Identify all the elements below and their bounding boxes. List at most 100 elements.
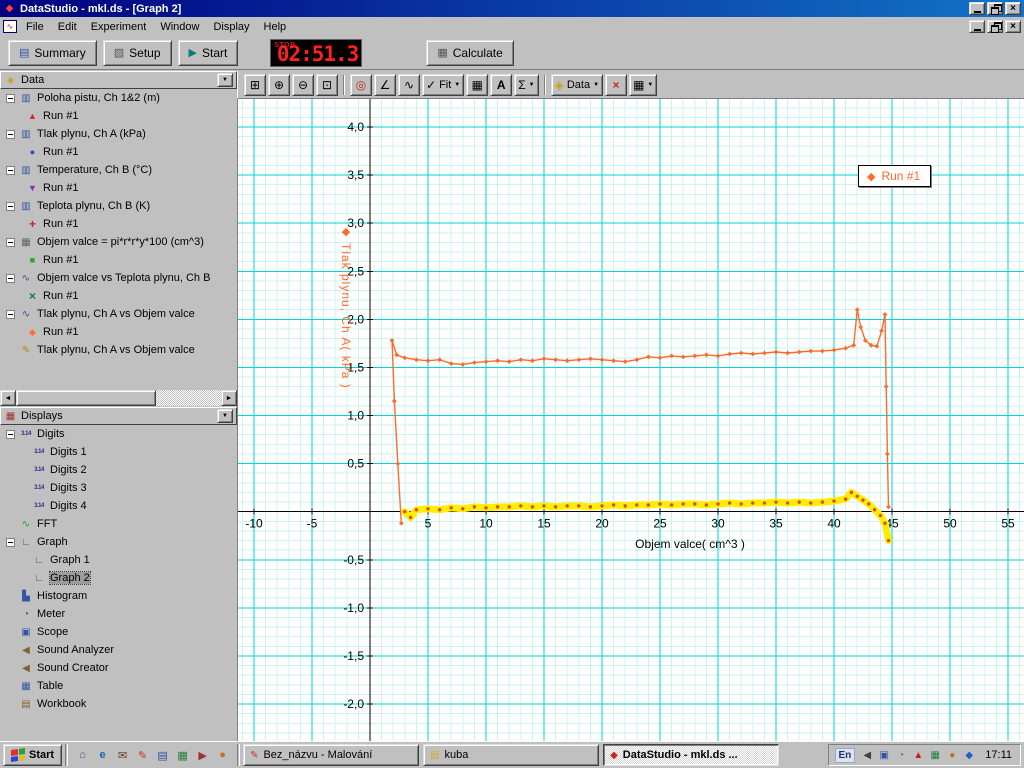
quicklaunch-browser[interactable]: e bbox=[94, 747, 111, 764]
statistics-menu-button[interactable]: Σ▼ bbox=[514, 74, 538, 96]
tangent-tool-button[interactable]: ∿ bbox=[398, 74, 420, 96]
data-source-row[interactable]: ▥Poloha pistu, Ch 1&2 (m) bbox=[0, 89, 237, 107]
restore-button[interactable] bbox=[987, 2, 1003, 15]
display-item-row[interactable]: 3.14Digits 3 bbox=[0, 479, 237, 497]
tray-update-icon[interactable]: ● bbox=[945, 750, 959, 761]
zoom-select-button[interactable]: ⊡ bbox=[316, 74, 338, 96]
run-row[interactable]: ×Run #1 bbox=[0, 287, 237, 305]
menu-item-edit[interactable]: Edit bbox=[51, 19, 84, 35]
collapse-icon[interactable] bbox=[6, 430, 15, 439]
scroll-left-button[interactable]: ◄ bbox=[0, 390, 16, 406]
summary-button[interactable]: ▤ Summary bbox=[8, 40, 97, 66]
collapse-icon[interactable] bbox=[6, 274, 15, 283]
close-button[interactable]: × bbox=[1005, 2, 1021, 15]
data-panel-menu-button[interactable]: ▼ bbox=[217, 73, 233, 87]
menu-item-experiment[interactable]: Experiment bbox=[84, 19, 154, 35]
display-item-row[interactable]: ∟Graph 2 bbox=[0, 569, 237, 587]
calculate-button[interactable]: ▦ Calculate bbox=[426, 40, 513, 66]
zoom-in-button[interactable]: ⊕ bbox=[268, 74, 290, 96]
run-row[interactable]: ■Run #1 bbox=[0, 251, 237, 269]
menu-item-display[interactable]: Display bbox=[206, 19, 256, 35]
display-type-row[interactable]: ◀Sound Creator bbox=[0, 659, 237, 677]
data-menu-button[interactable]: ◈Data▼ bbox=[551, 74, 603, 96]
quicklaunch-desktop[interactable]: ⌂ bbox=[74, 747, 91, 764]
task-datastudio[interactable]: ◆DataStudio - mkl.ds ... bbox=[603, 744, 779, 766]
graph-canvas[interactable]: -10-55101520253035404550554,03,53,02,52,… bbox=[238, 99, 1024, 741]
fit-menu-button[interactable]: ✓Fit▼ bbox=[422, 74, 464, 96]
start-recording-button[interactable]: ▶ Start bbox=[178, 40, 239, 66]
display-type-row[interactable]: ▤Workbook bbox=[0, 695, 237, 713]
tray-network-icon[interactable]: ▦ bbox=[928, 750, 942, 761]
display-item-row[interactable]: 3.14Digits 4 bbox=[0, 497, 237, 515]
collapse-icon[interactable] bbox=[6, 538, 15, 547]
tray-schedule-icon[interactable]: ◔ bbox=[894, 750, 908, 761]
quicklaunch-mail[interactable]: ✉ bbox=[114, 747, 131, 764]
run-row[interactable]: ●Run #1 bbox=[0, 143, 237, 161]
text-annotation-button[interactable]: A bbox=[490, 74, 512, 96]
collapse-icon[interactable] bbox=[6, 238, 15, 247]
smart-tool-button[interactable]: ◎ bbox=[350, 74, 372, 96]
scale-to-fit-button[interactable]: ⊞ bbox=[244, 74, 266, 96]
data-source-row[interactable]: ▥Tlak plynu, Ch A (kPa) bbox=[0, 125, 237, 143]
task-folder-kuba[interactable]: ▤kuba bbox=[423, 744, 599, 766]
run-row[interactable]: ◆Run #1 bbox=[0, 323, 237, 341]
display-type-row[interactable]: ▦Table bbox=[0, 677, 237, 695]
display-item-row[interactable]: ∟Graph 1 bbox=[0, 551, 237, 569]
language-indicator[interactable]: En bbox=[835, 748, 856, 763]
run-row[interactable]: ▲Run #1 bbox=[0, 107, 237, 125]
collapse-icon[interactable] bbox=[6, 310, 15, 319]
graph-settings-button[interactable]: ▦▼ bbox=[629, 74, 657, 96]
data-source-row[interactable]: ▦Objem valce = pi*r*r*y*100 (cm^3) bbox=[0, 233, 237, 251]
tray-volume-icon[interactable]: ◀ bbox=[860, 750, 874, 761]
data-source-row[interactable]: ▥Teplota plynu, Ch B (K) bbox=[0, 197, 237, 215]
collapse-icon[interactable] bbox=[6, 94, 15, 103]
quicklaunch-sheet[interactable]: ▦ bbox=[174, 747, 191, 764]
zoom-out-button[interactable]: ⊖ bbox=[292, 74, 314, 96]
quicklaunch-globe[interactable]: ● bbox=[214, 747, 231, 764]
taskbar-clock[interactable]: 17:11 bbox=[985, 749, 1012, 761]
collapse-icon[interactable] bbox=[6, 202, 15, 211]
data-source-row[interactable]: ▥Temperature, Ch B (°C) bbox=[0, 161, 237, 179]
run-row[interactable]: ▼Run #1 bbox=[0, 179, 237, 197]
mdi-restore-button[interactable] bbox=[987, 20, 1003, 33]
displays-panel-menu-button[interactable]: ▼ bbox=[217, 409, 233, 423]
quicklaunch-paint[interactable]: ✎ bbox=[134, 747, 151, 764]
menu-item-help[interactable]: Help bbox=[257, 19, 294, 35]
run-row[interactable]: +Run #1 bbox=[0, 215, 237, 233]
data-source-row[interactable]: ∿Objem valce vs Teplota plynu, Ch B bbox=[0, 269, 237, 287]
collapse-icon[interactable] bbox=[6, 166, 15, 175]
calculate-tool-button[interactable]: ▦ bbox=[466, 74, 488, 96]
collapse-icon[interactable] bbox=[6, 130, 15, 139]
scroll-thumb[interactable] bbox=[16, 390, 156, 406]
tray-display-icon[interactable]: ▣ bbox=[877, 750, 891, 761]
graph-legend[interactable]: ◆ Run #1 bbox=[858, 165, 931, 187]
setup-button[interactable]: ▧ Setup bbox=[103, 40, 172, 66]
data-source-row[interactable]: ✎Tlak plynu, Ch A vs Objem valce bbox=[0, 341, 237, 359]
tray-messenger-icon[interactable]: ◆ bbox=[962, 750, 976, 761]
slope-tool-button[interactable]: ∠ bbox=[374, 74, 396, 96]
data-source-row[interactable]: ∿Tlak plynu, Ch A vs Objem valce bbox=[0, 305, 237, 323]
minimize-button[interactable] bbox=[969, 2, 985, 15]
scroll-track[interactable] bbox=[16, 390, 221, 406]
display-item-row[interactable]: 3.14Digits 2 bbox=[0, 461, 237, 479]
remove-data-button[interactable]: × bbox=[605, 74, 627, 96]
display-type-row[interactable]: ∟Graph bbox=[0, 533, 237, 551]
display-type-row[interactable]: ▣Scope bbox=[0, 623, 237, 641]
start-menu-button[interactable]: Start bbox=[3, 744, 62, 766]
mdi-minimize-button[interactable] bbox=[969, 20, 985, 33]
display-type-row[interactable]: ▙Histogram bbox=[0, 587, 237, 605]
display-type-row[interactable]: 3.14Digits bbox=[0, 425, 237, 443]
display-type-row[interactable]: ◔Meter bbox=[0, 605, 237, 623]
tray-antivirus-icon[interactable]: ▲ bbox=[911, 750, 925, 761]
menu-item-window[interactable]: Window bbox=[153, 19, 206, 35]
task-paint[interactable]: ✎Bez_názvu - Malování bbox=[243, 744, 419, 766]
scroll-right-button[interactable]: ► bbox=[221, 390, 237, 406]
quicklaunch-document[interactable]: ▤ bbox=[154, 747, 171, 764]
quicklaunch-media[interactable]: ▶ bbox=[194, 747, 211, 764]
display-type-row[interactable]: ∿FFT bbox=[0, 515, 237, 533]
display-item-row[interactable]: 3.14Digits 1 bbox=[0, 443, 237, 461]
display-type-row[interactable]: ◀Sound Analyzer bbox=[0, 641, 237, 659]
menu-item-file[interactable]: File bbox=[19, 19, 51, 35]
data-panel-header: ◈ Data ▼ bbox=[0, 71, 237, 89]
mdi-close-button[interactable]: × bbox=[1005, 20, 1021, 33]
